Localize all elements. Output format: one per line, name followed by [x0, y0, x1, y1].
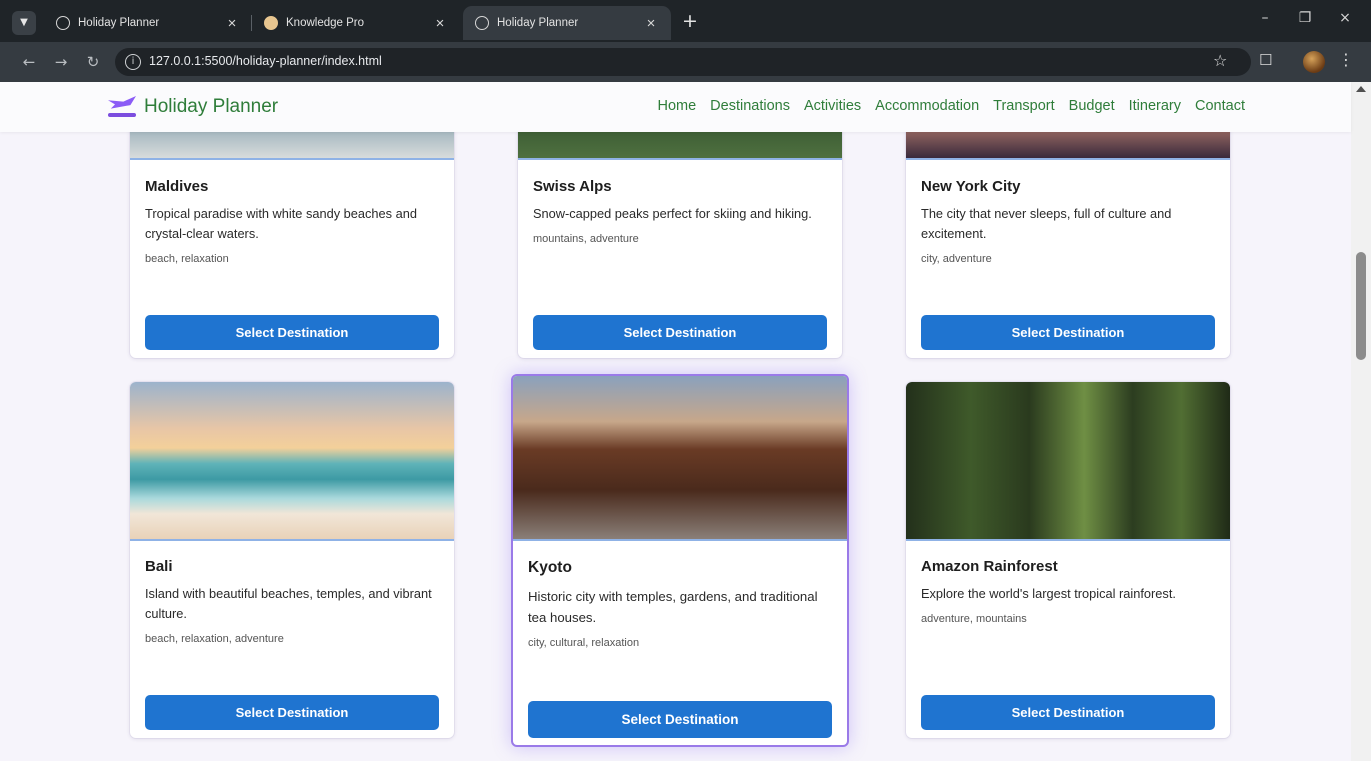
card-tags: beach, relaxation, adventure: [145, 633, 284, 645]
knowledge-pro-icon: [264, 16, 278, 30]
select-destination-button[interactable]: Select Destination: [145, 315, 439, 350]
select-destination-button[interactable]: Select Destination: [528, 701, 832, 738]
card-title: Kyoto: [528, 559, 572, 576]
card-description: The city that never sleeps, full of cult…: [921, 206, 1172, 241]
card-description: Snow-capped peaks perfect for skiing and…: [533, 206, 812, 221]
destination-card-bali: Bali Island with beautiful beaches, temp…: [130, 382, 454, 738]
tab-title: Knowledge Pro: [286, 17, 364, 29]
card-description: Tropical paradise with white sandy beach…: [145, 206, 417, 241]
globe-icon: [56, 16, 70, 30]
nav-link-transport[interactable]: Transport: [993, 98, 1055, 114]
scrollbar-thumb[interactable]: [1356, 252, 1366, 360]
card-title: Swiss Alps: [533, 178, 612, 195]
select-destination-button[interactable]: Select Destination: [533, 315, 827, 350]
tab-search-chevron-icon[interactable]: ▼: [12, 11, 36, 35]
address-bar[interactable]: i 127.0.0.1:5500/holiday-planner/index.h…: [115, 48, 1251, 76]
card-tags: city, adventure: [921, 253, 992, 265]
card-tags: city, cultural, relaxation: [528, 637, 640, 649]
extensions-puzzle-icon[interactable]: ☐: [1259, 51, 1272, 69]
card-description: Historic city with temples, gardens, and…: [528, 589, 818, 625]
close-icon[interactable]: ×: [432, 15, 448, 32]
scroll-up-arrow-icon[interactable]: [1356, 86, 1366, 92]
profile-avatar[interactable]: [1303, 51, 1325, 73]
site-navbar: Holiday Planner Home Destinations Activi…: [0, 82, 1351, 132]
globe-icon: [475, 16, 489, 30]
amazon-rainforest-photo: [906, 382, 1230, 541]
tab-title: Holiday Planner: [497, 17, 579, 29]
back-arrow-icon[interactable]: ←: [18, 51, 40, 73]
bookmark-star-icon[interactable]: ☆: [1213, 51, 1227, 70]
site-menu: Home Destinations Activities Accommodati…: [657, 98, 1245, 114]
site-info-icon[interactable]: i: [125, 54, 141, 70]
reload-icon[interactable]: ↻: [82, 51, 104, 73]
close-icon[interactable]: ×: [643, 15, 659, 32]
nav-link-home[interactable]: Home: [657, 98, 696, 114]
browser-tab-2[interactable]: Knowledge Pro ×: [252, 6, 460, 40]
brand[interactable]: Holiday Planner: [108, 94, 278, 120]
destination-card-amazon-rainforest: Amazon Rainforest Explore the world's la…: [906, 382, 1230, 738]
destination-card-kyoto-hovered: Kyoto Historic city with temples, garden…: [511, 374, 849, 747]
nav-link-contact[interactable]: Contact: [1195, 98, 1245, 114]
forward-arrow-icon[interactable]: →: [50, 51, 72, 73]
select-destination-button[interactable]: Select Destination: [921, 315, 1215, 350]
browser-tab-1[interactable]: Holiday Planner ×: [44, 6, 252, 40]
nav-link-budget[interactable]: Budget: [1069, 98, 1115, 114]
window-close-icon[interactable]: ×: [1333, 10, 1357, 26]
nav-link-itinerary[interactable]: Itinerary: [1129, 98, 1181, 114]
nav-link-activities[interactable]: Activities: [804, 98, 861, 114]
card-tags: mountains, adventure: [533, 233, 639, 245]
browser-tab-bar: ▼ Holiday Planner × Knowledge Pro × Holi…: [0, 0, 1371, 42]
bali-beach-photo: [130, 382, 454, 541]
brand-name: Holiday Planner: [144, 96, 279, 117]
nav-link-accommodation[interactable]: Accommodation: [875, 98, 979, 114]
new-tab-plus-icon[interactable]: +: [680, 11, 700, 31]
browser-toolbar: ← → ↻ i 127.0.0.1:5500/holiday-planner/i…: [0, 42, 1371, 82]
select-destination-button[interactable]: Select Destination: [921, 695, 1215, 730]
airplane-logo-icon: [108, 94, 136, 120]
card-tags: beach, relaxation: [145, 253, 229, 265]
page-scrollbar[interactable]: [1351, 82, 1371, 761]
card-title: Maldives: [145, 178, 209, 195]
restore-icon[interactable]: ❐: [1293, 10, 1317, 26]
kyoto-street-photo: [513, 376, 847, 541]
card-description: Explore the world's largest tropical rai…: [921, 586, 1176, 601]
tab-title: Holiday Planner: [78, 17, 160, 29]
more-menu-icon[interactable]: ⋮: [1338, 50, 1354, 69]
select-destination-button[interactable]: Select Destination: [145, 695, 439, 730]
card-title: Amazon Rainforest: [921, 558, 1058, 575]
card-title: Bali: [145, 558, 173, 575]
card-title: New York City: [921, 178, 1021, 195]
address-url[interactable]: 127.0.0.1:5500/holiday-planner/index.htm…: [149, 54, 382, 68]
minimize-icon[interactable]: –: [1253, 10, 1277, 26]
card-description: Island with beautiful beaches, temples, …: [145, 586, 432, 621]
browser-tab-3-active[interactable]: Holiday Planner ×: [463, 6, 671, 40]
page-viewport: Holiday Planner Home Destinations Activi…: [0, 82, 1371, 761]
card-tags: adventure, mountains: [921, 613, 1027, 625]
close-icon[interactable]: ×: [224, 15, 240, 32]
nav-link-destinations[interactable]: Destinations: [710, 98, 790, 114]
